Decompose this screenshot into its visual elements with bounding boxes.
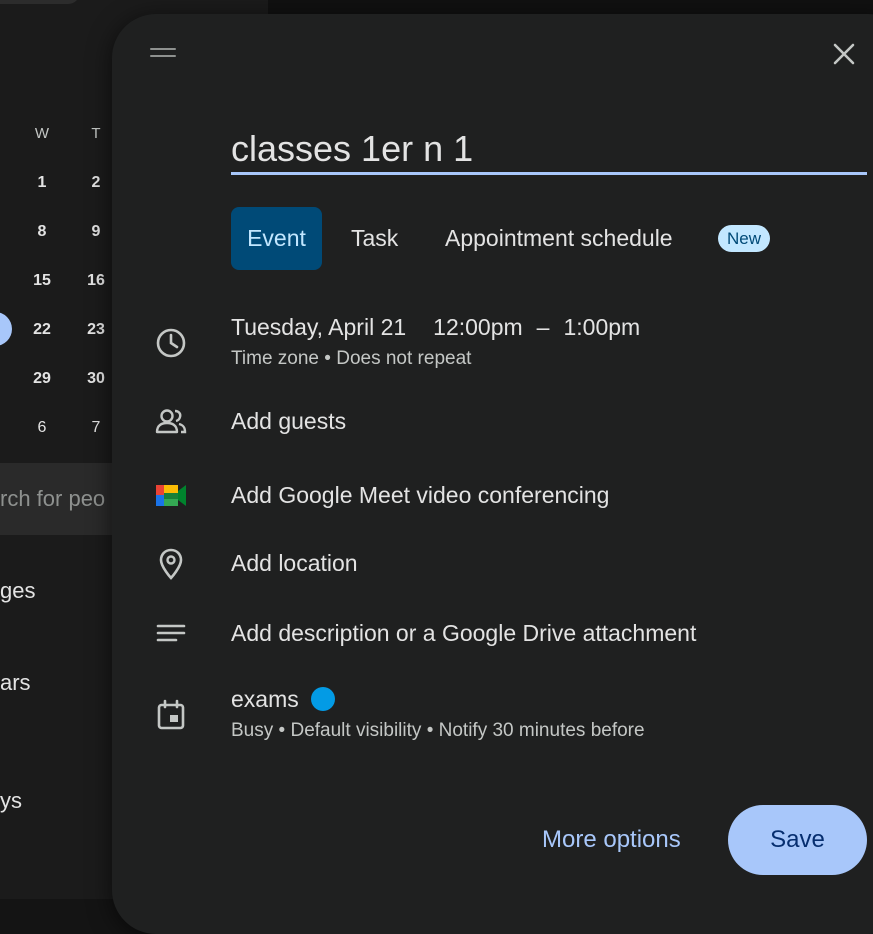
add-google-meet-button[interactable]: Add Google Meet video conferencing: [231, 482, 609, 509]
busy-status[interactable]: Busy: [231, 720, 273, 741]
mini-calendar-weekday-w: W: [34, 125, 50, 142]
event-title-input[interactable]: [231, 124, 867, 174]
mini-calendar-day[interactable]: 7: [81, 419, 111, 437]
calendar-color-dot: [310, 686, 335, 711]
calendar-icon: [154, 698, 188, 732]
datetime-subline: Time zone • Does not repeat: [231, 348, 471, 370]
tab-appointment-schedule[interactable]: Appointment schedule: [445, 207, 673, 270]
repeat-link[interactable]: Does not repeat: [336, 348, 471, 369]
separator-dot: •: [324, 348, 331, 369]
google-meet-icon: [154, 479, 188, 513]
mini-calendar-weekday-t: T: [91, 125, 101, 142]
sidebar-section-label[interactable]: ges: [0, 578, 35, 604]
event-end-time[interactable]: 1:00pm: [563, 314, 640, 340]
calendar-name: exams: [231, 686, 299, 712]
mini-calendar-day[interactable]: 23: [81, 321, 111, 339]
mini-calendar-day[interactable]: 8: [27, 223, 57, 241]
sidebar-section-label[interactable]: ars: [0, 670, 31, 696]
mini-calendar-day[interactable]: 9: [81, 223, 111, 241]
clock-icon: [154, 326, 188, 360]
mini-calendar-day[interactable]: 6: [27, 419, 57, 437]
mini-calendar-day[interactable]: 1: [27, 174, 57, 192]
tab-event[interactable]: Event: [231, 207, 322, 270]
people-icon: [154, 405, 188, 439]
add-description-field[interactable]: Add description or a Google Drive attach…: [231, 620, 696, 647]
time-separator: –: [536, 314, 550, 340]
calendar-subline: Busy • Default visibility • Notify 30 mi…: [231, 720, 645, 742]
location-pin-icon: [154, 547, 188, 581]
add-guests-field[interactable]: Add guests: [231, 408, 346, 435]
mini-calendar-day[interactable]: 2: [81, 174, 111, 192]
tab-task[interactable]: Task: [351, 207, 398, 270]
event-date[interactable]: Tuesday, April 21: [231, 314, 406, 340]
more-options-button[interactable]: More options: [532, 810, 691, 870]
mini-calendar-day[interactable]: 15: [27, 272, 57, 290]
drag-handle-icon[interactable]: [150, 48, 176, 60]
timezone-link[interactable]: Time zone: [231, 348, 319, 369]
calendar-selector[interactable]: exams: [231, 686, 335, 713]
notification-setting[interactable]: Notify 30 minutes before: [439, 720, 645, 741]
description-icon: [154, 617, 188, 651]
separator-dot: •: [426, 720, 434, 741]
title-input-underline: [231, 172, 867, 175]
event-start-time[interactable]: 12:00pm: [433, 314, 523, 340]
search-people-placeholder: rch for peo: [0, 486, 106, 511]
new-badge: New: [718, 225, 771, 252]
event-datetime: Tuesday, April 21 12:00pm –1:00pm: [231, 314, 640, 341]
save-button[interactable]: Save: [728, 805, 867, 875]
add-location-field[interactable]: Add location: [231, 550, 358, 577]
mini-calendar-day[interactable]: 16: [81, 272, 111, 290]
mini-calendar-day[interactable]: 29: [27, 370, 57, 388]
separator-dot: •: [278, 720, 286, 741]
sidebar-section-label[interactable]: ys: [0, 788, 22, 814]
visibility-setting[interactable]: Default visibility: [290, 720, 421, 741]
mini-calendar-day[interactable]: 30: [81, 370, 111, 388]
mini-calendar-day[interactable]: 22: [27, 321, 57, 339]
create-button-edge[interactable]: [0, 0, 80, 4]
close-icon[interactable]: [828, 38, 860, 70]
